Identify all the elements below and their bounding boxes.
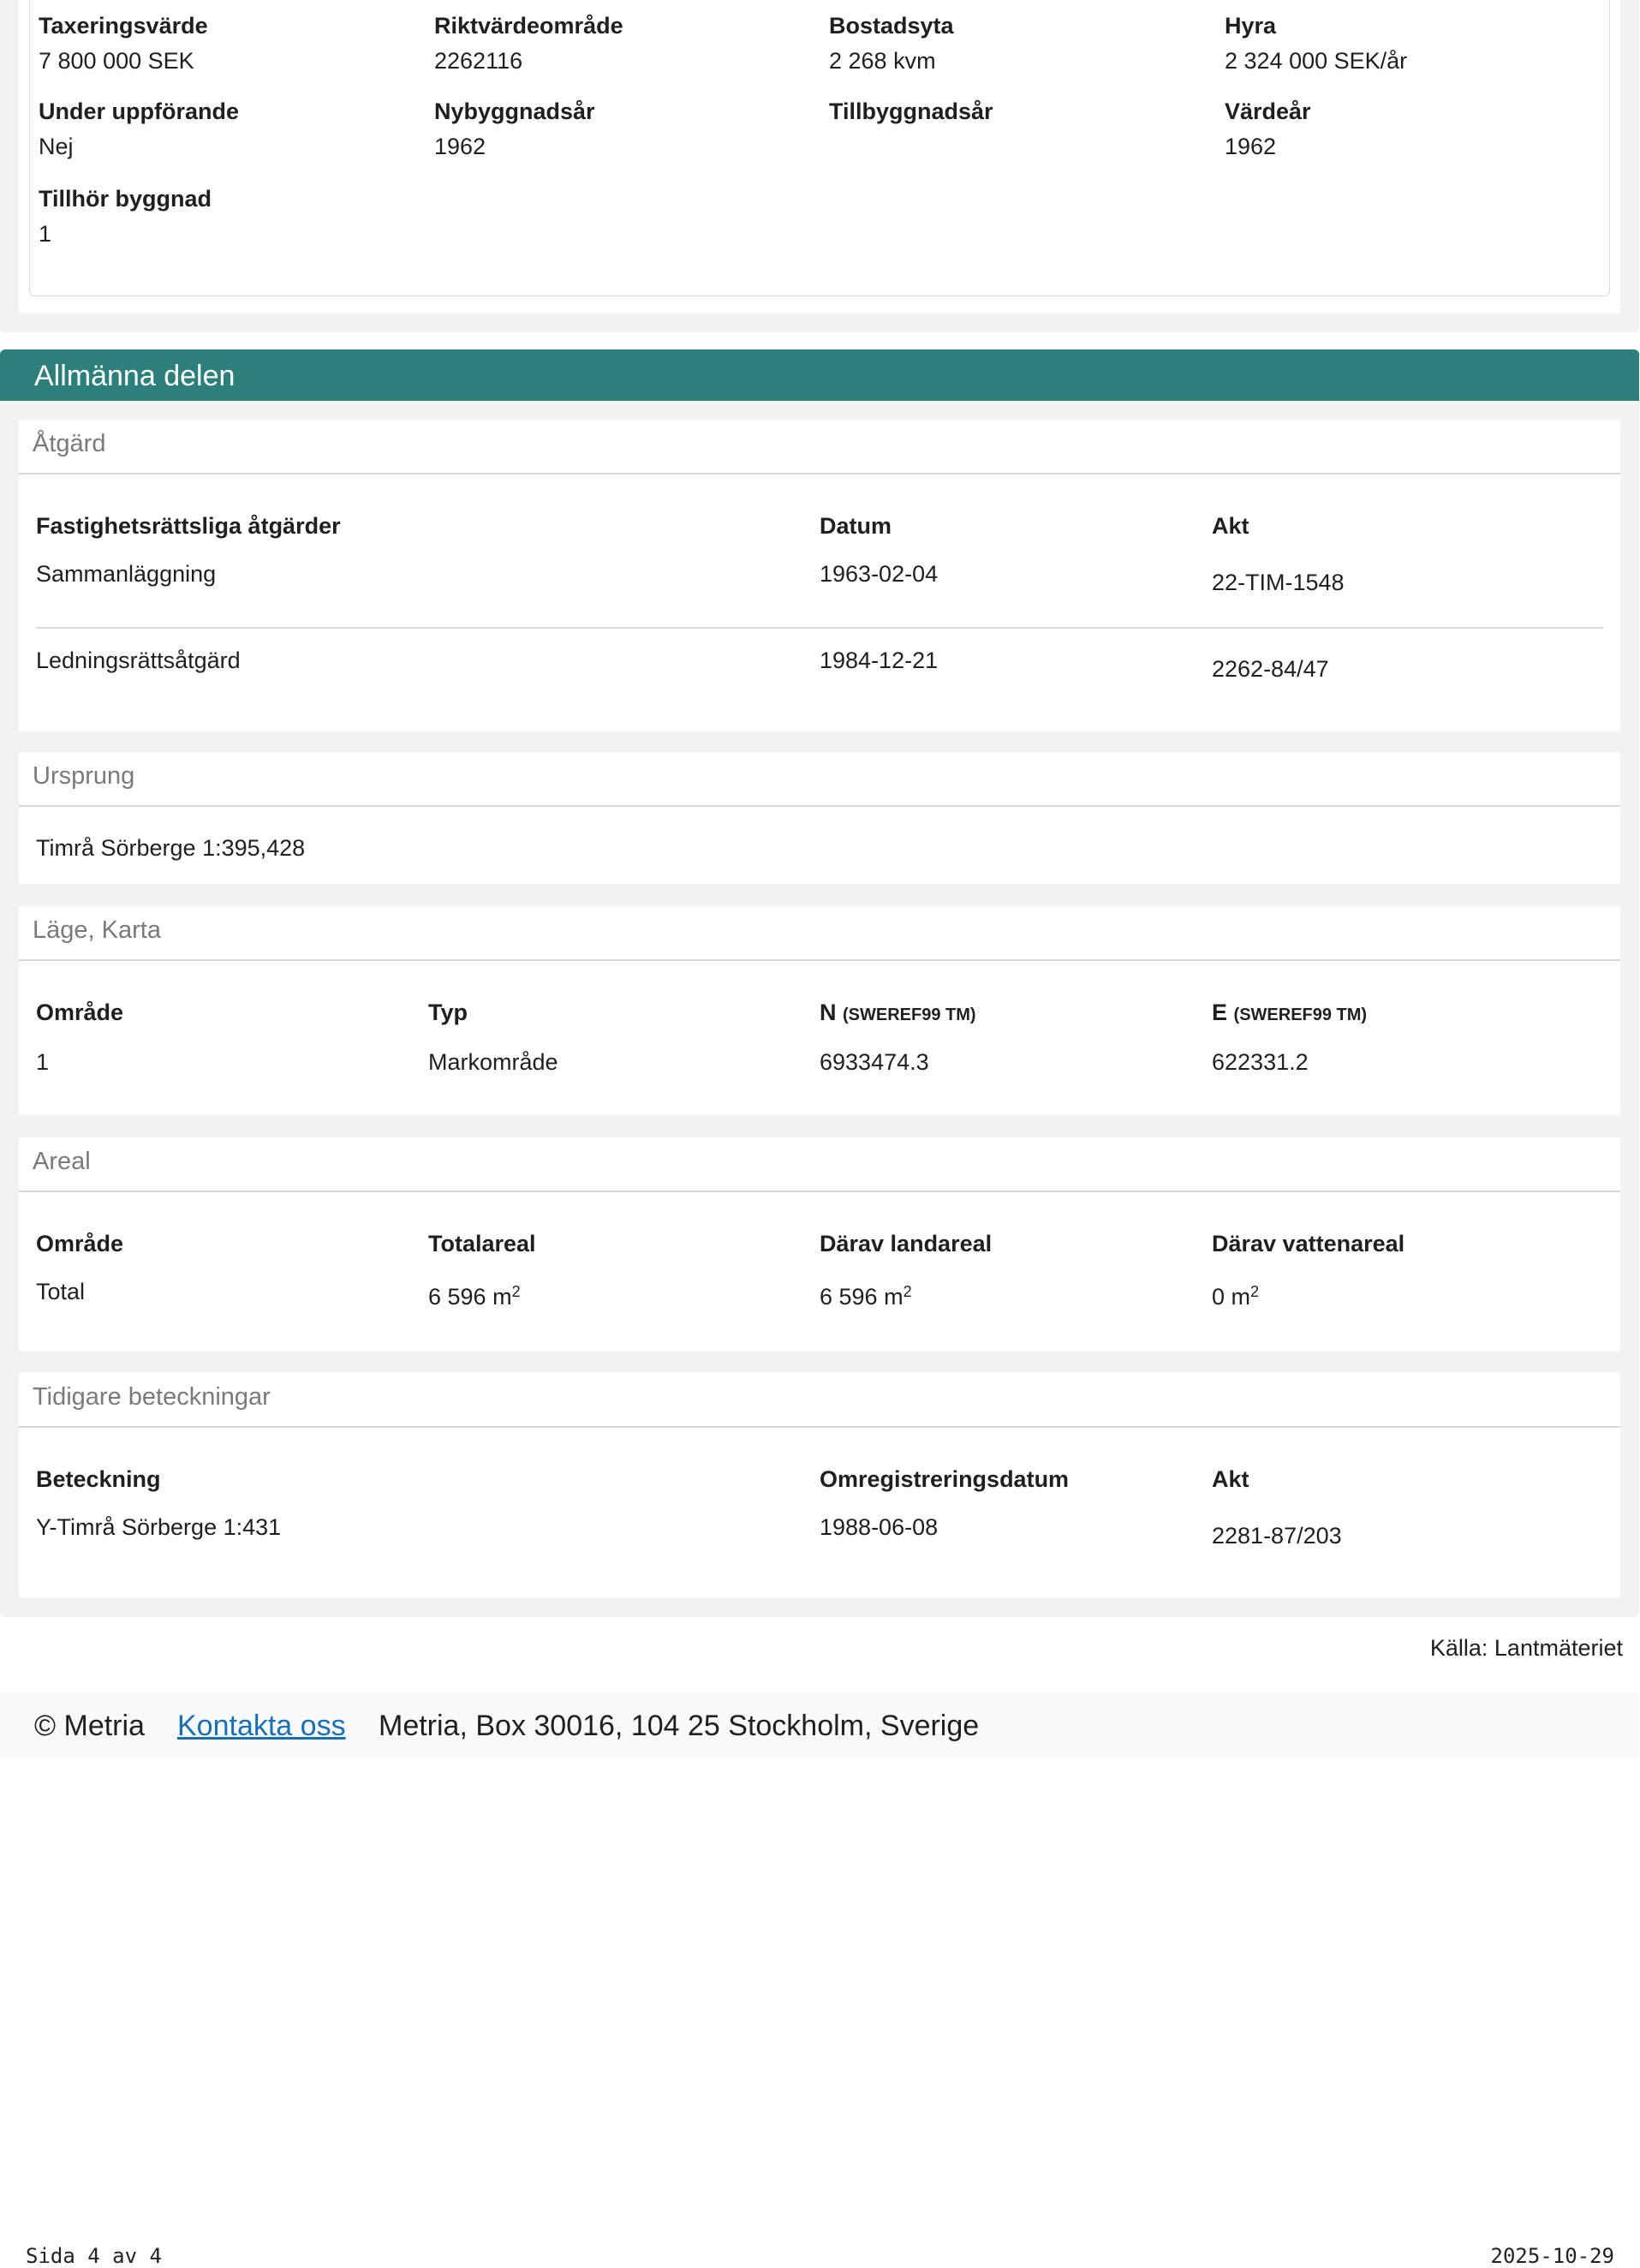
field-label: Värdeår — [1225, 98, 1311, 124]
table-cell: 622331.2 — [1212, 1049, 1309, 1075]
field-label: Hyra — [1225, 13, 1277, 39]
field-value: 2 268 kvm — [829, 48, 936, 74]
coordinate-system: (SWEREF99 TM) — [843, 1006, 976, 1024]
page-footer: © Metria Kontakta oss Metria, Box 30016,… — [0, 1692, 1639, 1759]
row-divider — [36, 627, 1603, 629]
column-header: Fastighetsrättsliga åtgärder — [36, 513, 341, 539]
table-cell: 1988-06-08 — [820, 1514, 939, 1540]
contact-link[interactable]: Kontakta oss — [177, 1709, 346, 1743]
field-label: Tillhör byggnad — [39, 186, 212, 212]
table-cell: 1963-02-04 — [820, 561, 939, 587]
field-label: Tillbyggnadsår — [829, 98, 993, 124]
copyright: © Metria — [34, 1710, 145, 1742]
field-taxeringsvarde: Taxeringsvärde 7 800 000 SEK — [39, 12, 208, 75]
table-cell: 22-TIM-1548 — [1212, 570, 1345, 595]
column-header-n: N (SWEREF99 TM) — [820, 999, 976, 1029]
table-cell: 1 — [36, 1049, 50, 1075]
panel-divider — [19, 805, 1620, 807]
field-tillhor-byggnad: Tillhör byggnad 1 — [39, 185, 212, 248]
field-bostadsyta: Bostadsyta 2 268 kvm — [829, 12, 954, 75]
column-header: Område — [36, 1000, 124, 1025]
panel-divider — [19, 1426, 1620, 1428]
field-value: 1962 — [1225, 134, 1277, 159]
table-cell-area: 0 m2 — [1212, 1283, 1259, 1310]
field-label: Taxeringsvärde — [39, 13, 208, 39]
ursprung-panel: Ursprung Timrå Sörberge 1:395,428 — [19, 752, 1620, 884]
building-details: Taxeringsvärde 7 800 000 SEK Riktvärdeom… — [29, 0, 1610, 296]
field-value: 7 800 000 SEK — [39, 48, 194, 74]
area-exponent: 2 — [1250, 1283, 1260, 1300]
table-cell: Sammanläggning — [36, 561, 217, 587]
panel-divider — [19, 1191, 1620, 1192]
section-title: Allmänna delen — [34, 360, 236, 392]
column-header: Omregistreringsdatum — [820, 1466, 1070, 1492]
table-cell: Markområde — [428, 1049, 558, 1075]
field-value: 1962 — [434, 134, 486, 159]
panel-title: Läge, Karta — [33, 916, 161, 944]
column-header-label: N — [820, 1000, 837, 1025]
table-cell: Total — [36, 1279, 86, 1304]
column-header-e: E (SWEREF99 TM) — [1212, 999, 1367, 1029]
field-label: Riktvärdeområde — [434, 13, 623, 39]
field-value: 1 — [39, 221, 52, 247]
column-header-label: E — [1212, 1000, 1228, 1025]
company-address: Metria, Box 30016, 104 25 Stockholm, Sve… — [379, 1710, 980, 1742]
column-header: Därav vattenareal — [1212, 1231, 1405, 1256]
field-riktvardeomrade: Riktvärdeområde 2262116 — [434, 12, 623, 75]
table-cell: 1984-12-21 — [820, 648, 939, 673]
table-cell: Y-Timrå Sörberge 1:431 — [36, 1514, 282, 1540]
source-note: Källa: Lantmäteriet — [1429, 1635, 1623, 1661]
field-label: Nybyggnadsår — [434, 98, 595, 124]
column-header: Beteckning — [36, 1466, 161, 1492]
area-exponent: 2 — [511, 1283, 521, 1300]
tidigare-beteckningar-panel: Tidigare beteckningar Beteckning Omregis… — [19, 1373, 1620, 1597]
column-header: Område — [36, 1231, 124, 1256]
section-header: Allmänna delen — [0, 349, 1639, 401]
table-cell-area: 6 596 m2 — [820, 1283, 912, 1310]
ursprung-value: Timrå Sörberge 1:395,428 — [36, 835, 306, 861]
field-vardear: Värdeår 1962 — [1225, 98, 1311, 160]
panel-divider — [19, 473, 1620, 474]
atgard-panel: Åtgärd Fastighetsrättsliga åtgärder Datu… — [19, 420, 1620, 731]
column-header: Datum — [820, 513, 892, 539]
field-under-uppforande: Under uppförande Nej — [39, 98, 239, 160]
area-value: 0 m — [1212, 1284, 1251, 1310]
column-header: Akt — [1212, 1466, 1249, 1492]
panel-title: Åtgärd — [33, 430, 106, 457]
area-value: 6 596 m — [428, 1284, 512, 1310]
areal-panel: Areal Område Totalareal Därav landareal … — [19, 1137, 1620, 1352]
panel-divider — [19, 959, 1620, 961]
column-header: Typ — [428, 1000, 468, 1025]
field-hyra: Hyra 2 324 000 SEK/år — [1225, 12, 1407, 75]
panel-title: Ursprung — [33, 762, 135, 790]
panel-title: Areal — [33, 1148, 91, 1175]
table-cell: 2262-84/47 — [1212, 656, 1329, 682]
coordinate-system: (SWEREF99 TM) — [1233, 1006, 1368, 1024]
table-cell: 2281-87/203 — [1212, 1523, 1342, 1549]
allmanna-delen-section: Allmänna delen Åtgärd Fastighetsrättslig… — [0, 349, 1639, 1617]
column-header: Totalareal — [428, 1231, 536, 1256]
lage-karta-panel: Läge, Karta Område Typ N (SWEREF99 TM) E… — [19, 906, 1620, 1115]
page-number: Sida 4 av 4 — [26, 2244, 162, 2268]
field-label: Under uppförande — [39, 98, 239, 124]
area-value: 6 596 m — [820, 1284, 903, 1310]
table-cell: 6933474.3 — [820, 1049, 929, 1075]
table-cell-area: 6 596 m2 — [428, 1283, 521, 1310]
field-label: Bostadsyta — [829, 13, 954, 39]
field-value: 2 324 000 SEK/år — [1225, 48, 1408, 74]
table-cell: Ledningsrättsåtgärd — [36, 648, 241, 673]
field-value: Nej — [39, 134, 74, 159]
column-header: Därav landareal — [820, 1231, 993, 1256]
field-tillbyggnadsar: Tillbyggnadsår — [829, 98, 993, 133]
panel-title: Tidigare beteckningar — [33, 1383, 271, 1411]
print-date: 2025-10-29 — [1490, 2244, 1615, 2268]
column-header: Akt — [1212, 513, 1249, 539]
field-value: 2262116 — [434, 48, 523, 74]
area-exponent: 2 — [903, 1283, 912, 1300]
field-nybyggnadsar: Nybyggnadsår 1962 — [434, 98, 595, 160]
